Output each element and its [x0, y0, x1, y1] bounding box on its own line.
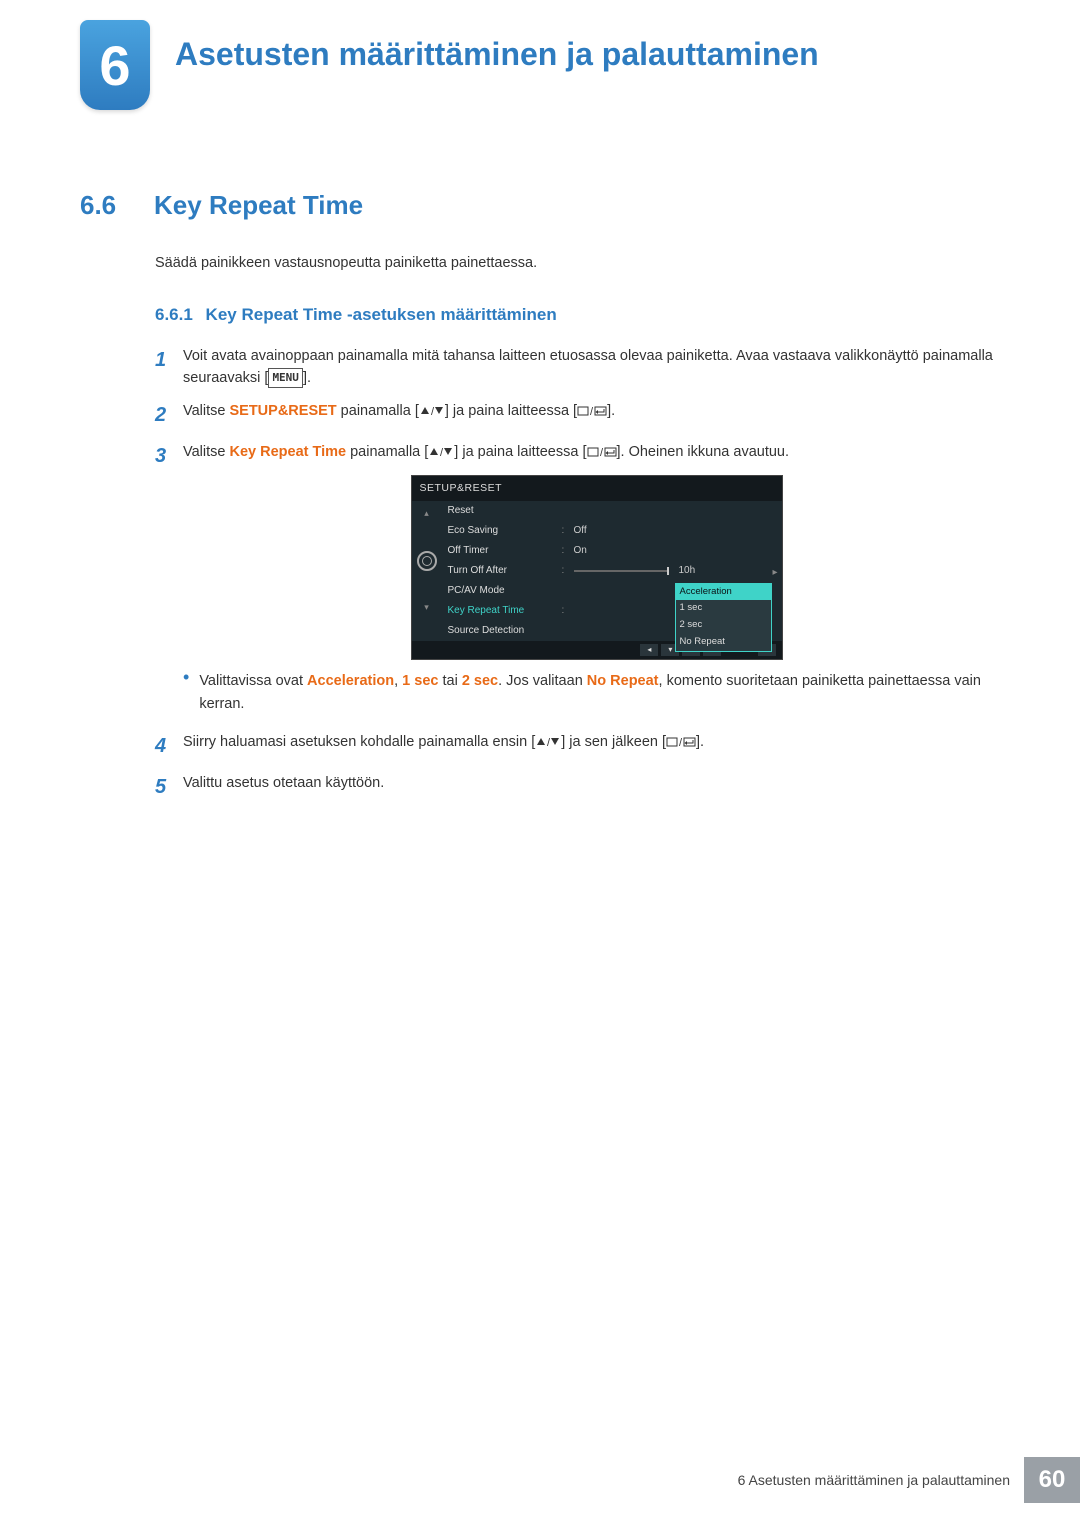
osd-item: PC/AV Mode — [448, 583, 558, 599]
slider-icon — [574, 570, 669, 572]
footer-text: 6 Asetusten määrittäminen ja palauttamin… — [738, 1472, 1024, 1488]
gear-icon — [417, 551, 437, 571]
osd-screenshot: SETUP&RESET ▴ ▾ Reset Eco Saving:Off Off… — [411, 475, 783, 660]
page-number: 60 — [1024, 1457, 1080, 1503]
left-icon: ◂ — [640, 644, 658, 656]
step-2: 2 Valitse SETUP&RESET painamalla [ / ] ja … — [155, 400, 1010, 431]
svg-text:/: / — [431, 406, 435, 417]
osd-value: 10h — [679, 563, 696, 579]
osd-title: SETUP&RESET — [412, 476, 782, 500]
osd-item: Eco Saving — [448, 523, 558, 539]
keyword: No Repeat — [587, 673, 659, 689]
up-arrow-icon: ▴ — [424, 507, 429, 521]
svg-text:/: / — [547, 737, 551, 748]
osd-popup: Acceleration 1 sec 2 sec No Repeat — [675, 583, 772, 652]
svg-text:/: / — [440, 447, 444, 458]
osd-item: Source Detection — [448, 623, 558, 639]
note-text: Valittavissa ovat — [199, 673, 307, 689]
step-3: 3 Valitse Key Repeat Time painamalla [ /]… — [155, 441, 1010, 721]
section-title: Key Repeat Time — [154, 190, 363, 221]
step-4: 4 Siirry haluamasi asetuksen kohdalle pa… — [155, 731, 1010, 762]
step-text: ]. — [303, 370, 311, 386]
svg-text:/: / — [600, 447, 604, 458]
keyword: 1 sec — [402, 673, 438, 689]
keyword: Key Repeat Time — [229, 444, 346, 460]
down-arrow-icon: ▾ — [424, 601, 429, 615]
osd-popup-item: No Repeat — [676, 634, 771, 651]
rect-enter-icon: / — [577, 405, 607, 417]
up-down-icon: / — [428, 446, 454, 458]
bullet-icon: • — [183, 670, 189, 684]
step-text: Valitse — [183, 403, 229, 419]
step-number: 2 — [155, 400, 183, 431]
subsection-title: Key Repeat Time -asetuksen määrittäminen — [206, 305, 557, 324]
svg-text:/: / — [679, 737, 683, 748]
osd-item: Turn Off After — [448, 563, 558, 579]
menu-icon: MENU — [268, 368, 303, 387]
step-text: painamalla [ — [346, 444, 428, 460]
chapter-badge: 6 — [80, 20, 150, 110]
keyword: 2 sec — [462, 673, 498, 689]
step-5: 5 Valittu asetus otetaan käyttöön. — [155, 772, 1010, 803]
osd-popup-item-selected: Acceleration — [676, 584, 771, 601]
right-arrow-icon: ▸ — [772, 565, 777, 581]
step-text: painamalla [ — [337, 403, 419, 419]
section-description: Säädä painikkeen vastausnopeutta painike… — [155, 255, 1010, 271]
note-text: tai — [438, 673, 461, 689]
chapter-title: Asetusten määrittäminen ja palauttaminen — [175, 36, 819, 73]
section-number: 6.6 — [80, 190, 150, 221]
keyword: SETUP&RESET — [229, 403, 336, 419]
note-text: . Jos valitaan — [498, 673, 587, 689]
rect-enter-icon: / — [587, 446, 617, 458]
page-footer: 6 Asetusten määrittäminen ja palauttamin… — [738, 1457, 1080, 1503]
osd-popup-item: 1 sec — [676, 600, 771, 617]
step-text: ]. — [696, 734, 704, 750]
osd-item: Off Timer — [448, 543, 558, 559]
keyword: Acceleration — [307, 673, 394, 689]
osd-item: Reset — [448, 503, 558, 519]
step-text: ] ja sen jälkeen [ — [561, 734, 666, 750]
step-text: ]. — [607, 403, 615, 419]
osd-value: On — [574, 543, 587, 559]
rect-enter-icon: / — [666, 736, 696, 748]
osd-value: Off — [574, 523, 587, 539]
up-down-icon: / — [419, 405, 445, 417]
svg-text:/: / — [590, 406, 594, 417]
subsection-number: 6.6.1 — [155, 305, 193, 324]
step-text: Valittu asetus otetaan käyttöön. — [183, 772, 1010, 794]
up-down-icon: / — [535, 736, 561, 748]
step-text: ] ja paina laitteessa [ — [454, 444, 586, 460]
step-number: 3 — [155, 441, 183, 472]
osd-item-selected: Key Repeat Time — [448, 603, 558, 619]
step-text: Siirry haluamasi asetuksen kohdalle pain… — [183, 734, 535, 750]
step-text: ]. Oheinen ikkuna avautuu. — [617, 444, 790, 460]
step-number: 5 — [155, 772, 183, 803]
step-text: ] ja paina laitteessa [ — [445, 403, 577, 419]
step-number: 1 — [155, 345, 183, 376]
osd-popup-item: 2 sec — [676, 617, 771, 634]
step-text: Valitse — [183, 444, 229, 460]
bullet-note: • Valittavissa ovat Acceleration, 1 sec … — [183, 670, 1010, 715]
note-text: , — [394, 673, 402, 689]
step-1: 1 Voit avata avainoppaan painamalla mitä… — [155, 345, 1010, 390]
step-number: 4 — [155, 731, 183, 762]
